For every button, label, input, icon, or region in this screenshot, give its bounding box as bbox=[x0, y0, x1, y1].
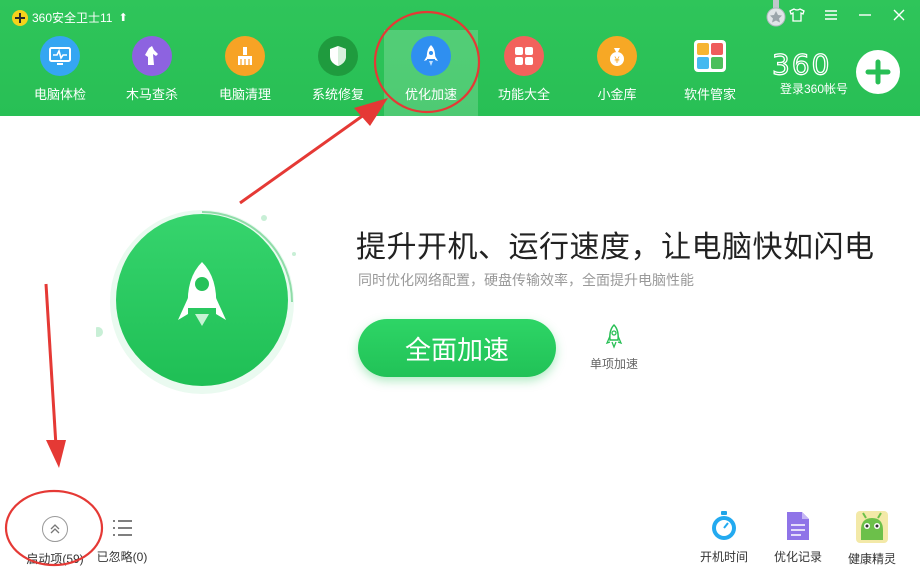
nav-label: 木马查杀 bbox=[125, 87, 178, 102]
nav-label: 系统修复 bbox=[311, 87, 364, 102]
optimize-history-button[interactable]: 优化记录 bbox=[768, 510, 828, 565]
startup-items-label: 启动项(59) bbox=[26, 552, 84, 566]
ignored-items-button[interactable]: 已忽略(0) bbox=[96, 516, 148, 565]
nav-item-cleanup[interactable]: 电脑清理 bbox=[198, 30, 292, 116]
optimize-history-label: 优化记录 bbox=[773, 550, 822, 564]
annotation-arrow-startup bbox=[44, 283, 58, 447]
app-title-area: 360安全卫士11 ⬆ bbox=[12, 9, 128, 26]
rocket-outline-icon bbox=[605, 323, 623, 349]
plus-icon bbox=[865, 59, 891, 85]
app-title: 360安全卫士11 bbox=[32, 11, 113, 25]
medal-icon[interactable] bbox=[764, 0, 788, 28]
nav-label: 功能大全 bbox=[497, 87, 550, 102]
nav-label: 小金库 bbox=[597, 87, 637, 102]
nav-item-checkup[interactable]: 电脑体检 bbox=[13, 30, 107, 116]
upgrade-arrow-icon[interactable]: ⬆ bbox=[118, 11, 127, 24]
header-bar: 360安全卫士11 ⬆ 电脑体检 木马查杀 电脑清理 系统修复 优化加速 功能大… bbox=[0, 0, 920, 116]
stopwatch-icon bbox=[712, 511, 736, 540]
full-accelerate-button[interactable]: 全面加速 bbox=[358, 319, 556, 377]
apps-icon bbox=[690, 36, 730, 76]
double-chevron-up-icon bbox=[42, 516, 68, 542]
menu-icon[interactable] bbox=[820, 4, 842, 26]
health-sprite-label: 健康精灵 bbox=[847, 552, 896, 566]
single-accelerate-label: 单项加速 bbox=[589, 357, 638, 371]
close-icon[interactable] bbox=[888, 4, 910, 26]
nav-label: 电脑清理 bbox=[218, 87, 271, 102]
list-icon bbox=[113, 520, 132, 536]
window-controls bbox=[786, 4, 910, 26]
rocket-graphic bbox=[96, 210, 296, 394]
boot-time-label: 开机时间 bbox=[699, 550, 748, 564]
horse-icon bbox=[132, 36, 172, 76]
broom-icon bbox=[225, 36, 265, 76]
nav-label: 优化加速 bbox=[404, 87, 457, 102]
ignored-items-label: 已忽略(0) bbox=[96, 550, 148, 564]
annotation-arrow-nav bbox=[239, 110, 369, 205]
nav-label: 电脑体检 bbox=[33, 87, 86, 102]
svg-text:¥: ¥ bbox=[614, 56, 620, 66]
nav-item-features[interactable]: 功能大全 bbox=[477, 30, 571, 116]
login-label[interactable]: 登录360帐号 bbox=[780, 80, 848, 97]
android-sprite-icon bbox=[856, 511, 888, 543]
nav-item-software[interactable]: 软件管家 bbox=[663, 30, 757, 116]
rocket-icon bbox=[411, 36, 451, 76]
monitor-icon bbox=[40, 36, 80, 76]
brand-360-logo: 360 bbox=[772, 50, 831, 78]
moneybag-icon: ¥ bbox=[597, 36, 637, 76]
shield-icon bbox=[318, 36, 358, 76]
document-icon bbox=[787, 512, 809, 540]
nav-label: 软件管家 bbox=[683, 87, 736, 102]
logo-icon bbox=[12, 9, 28, 26]
main-nav: 电脑体检 木马查杀 电脑清理 系统修复 优化加速 功能大全 ¥ 小金库 软件管家 bbox=[0, 30, 770, 116]
nav-item-trojan[interactable]: 木马查杀 bbox=[105, 30, 199, 116]
subline: 同时优化网络配置，硬盘传输效率，全面提升电脑性能 bbox=[358, 272, 694, 288]
boot-time-button[interactable]: 开机时间 bbox=[694, 510, 754, 565]
shirt-icon[interactable] bbox=[786, 4, 808, 26]
nav-item-repair[interactable]: 系统修复 bbox=[291, 30, 385, 116]
startup-items-button[interactable]: 启动项(59) bbox=[24, 516, 86, 567]
nav-item-optimize[interactable]: 优化加速 bbox=[384, 30, 478, 116]
single-accelerate-button[interactable]: 单项加速 bbox=[586, 323, 642, 372]
headline: 提升开机、运行速度，让电脑快如闪电 bbox=[356, 231, 875, 264]
brand-360-text: 360 bbox=[772, 50, 831, 78]
minimize-icon[interactable] bbox=[854, 4, 876, 26]
nav-item-vault[interactable]: ¥ 小金库 bbox=[570, 30, 664, 116]
health-sprite-button[interactable]: 健康精灵 bbox=[842, 510, 902, 567]
add-account-button[interactable] bbox=[856, 50, 900, 94]
grid-icon bbox=[504, 36, 544, 76]
arrow-head-startup bbox=[46, 440, 66, 468]
